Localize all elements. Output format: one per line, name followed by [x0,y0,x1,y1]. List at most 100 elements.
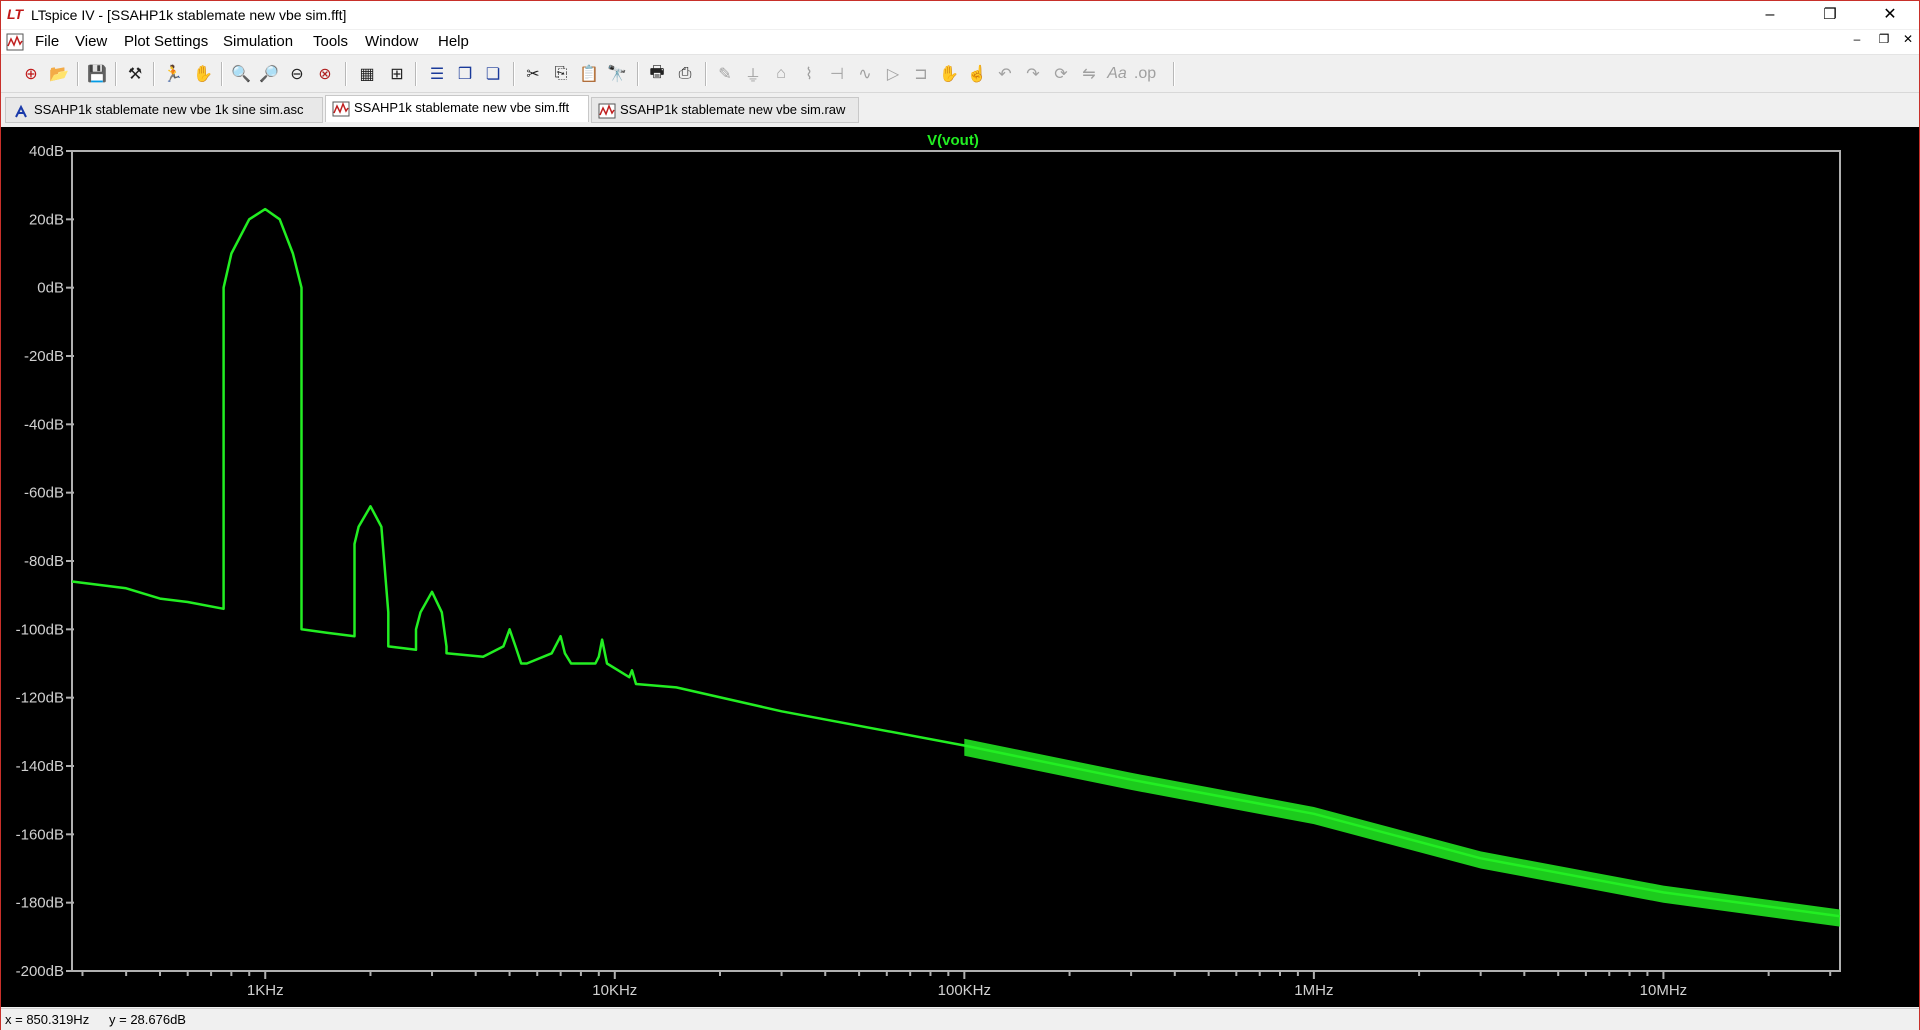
cascade-icon[interactable]: ❒ [453,62,477,86]
menu-view[interactable]: View [75,33,107,50]
y-tick-label: -200dB [16,963,64,980]
menu-plot-settings[interactable]: Plot Settings [124,33,208,50]
diode-icon[interactable]: ▷ [881,62,905,86]
spice-directive-icon[interactable]: .op [1133,62,1157,86]
toolbar-separator [637,62,639,86]
window-title: LTspice IV - [SSAHP1k stablemate new vbe… [31,7,347,23]
move-icon[interactable]: ✋ [937,62,961,86]
run-icon[interactable]: 🏃 [161,62,185,86]
undo-icon[interactable]: ↶ [993,62,1017,86]
waveform-icon [598,103,616,119]
zoom-out-icon[interactable]: 🔎 [257,62,281,86]
toolbar-separator [115,62,117,86]
trace-vout-noise-band [964,738,1840,927]
capacitor-icon[interactable]: ⊣ [825,62,849,86]
menu-help[interactable]: Help [438,33,469,50]
save-icon[interactable]: 💾 [85,62,109,86]
tile-vertical-icon[interactable]: ❏ [481,62,505,86]
y-tick-label: 20dB [29,211,64,228]
y-tick-label: -40dB [24,416,64,433]
fft-chart[interactable]: V(vout) 40dB 20dB 0dB -20dB -40dB -60dB -80dB -… [1,127,1919,1007]
menu-tools[interactable]: Tools [313,33,348,50]
x-tick-label: 1MHz [1294,982,1333,999]
copy-icon[interactable]: ⎘ [549,62,573,86]
plot-frame [71,150,1841,972]
trace-layer [71,207,1841,927]
cut-icon[interactable]: ✂ [521,62,545,86]
y-tick-label: -180dB [16,895,64,912]
open-icon[interactable]: 📂 [47,62,71,86]
y-axis: 40dB 20dB 0dB -20dB -40dB -60dB -80dB -100dB -12… [16,143,74,980]
new-schematic-icon[interactable]: ⊕ [19,62,43,86]
toolbar-separator [415,62,417,86]
redo-icon[interactable]: ↷ [1021,62,1045,86]
y-tick-label: -140dB [16,758,64,775]
zoom-back-icon[interactable]: ⊖ [285,62,309,86]
zoom-in-icon[interactable]: 🔍 [229,62,253,86]
app-window: LT LTspice IV - [SSAHP1k stablemate new … [0,0,1920,1030]
menu-file[interactable]: File [35,33,59,50]
x-tick-label: 100KHz [938,982,991,999]
inductor-icon[interactable]: ∿ [853,62,877,86]
mirror-icon[interactable]: ⇋ [1077,62,1101,86]
trace-vout [71,207,1841,918]
waveform-icon [332,101,350,117]
menu-bar: File View Plot Settings Simulation Tools… [1,30,1919,55]
menu-simulation[interactable]: Simulation [223,33,293,50]
print-preview-icon[interactable]: 🖶 [645,62,669,86]
waveform-doc-icon [6,33,24,51]
mdi-restore-button[interactable]: ❐ [1873,32,1895,50]
text-icon[interactable]: Aa [1105,62,1129,86]
resistor-icon[interactable]: ⌇ [797,62,821,86]
tab-schematic[interactable]: SSAHP1k stablemate new vbe 1k sine sim.a… [5,97,323,123]
mark-unzoom-icon[interactable]: ⊞ [385,62,409,86]
x-tick-label: 10MHz [1640,982,1688,999]
tile-horizontal-icon[interactable]: ☰ [425,62,449,86]
tab-label: SSAHP1k stablemate new vbe sim.raw [620,102,846,117]
y-tick-label: -120dB [16,690,64,707]
component-icon[interactable]: ⊐ [909,62,933,86]
cursor-y-readout: y = 28.676dB [109,1012,186,1027]
mdi-close-button[interactable]: ✕ [1897,32,1919,50]
toolbar-separator [345,62,347,86]
draw-wire-icon[interactable]: ✎ [713,62,737,86]
zoom-cancel-icon[interactable]: ⊗ [313,62,337,86]
tab-label: SSAHP1k stablemate new vbe 1k sine sim.a… [34,102,304,117]
y-tick-label: -100dB [16,621,64,638]
toolbar-separator [77,62,79,86]
toolbar-separator [513,62,515,86]
tab-fft[interactable]: SSAHP1k stablemate new vbe sim.fft [325,95,589,122]
close-button[interactable]: ✕ [1867,1,1913,29]
find-icon[interactable]: 🔭 [605,62,629,86]
tab-raw[interactable]: SSAHP1k stablemate new vbe sim.raw [591,97,859,123]
rotate-icon[interactable]: ⟳ [1049,62,1073,86]
halt-icon[interactable]: ✋ [191,62,215,86]
autorange-icon[interactable]: ▦ [355,62,379,86]
y-tick-label: -20dB [24,348,64,365]
y-tick-label: 0dB [37,280,64,297]
y-tick-label: 40dB [29,143,64,160]
menu-window[interactable]: Window [365,33,418,50]
restore-button[interactable]: ❐ [1807,1,1853,29]
label-net-icon[interactable]: ⌂ [769,62,793,86]
status-bar: x = 850.319Hz y = 28.676dB [1,1008,1919,1030]
x-tick-label: 10KHz [592,982,637,999]
cursor-x-readout: x = 850.319Hz [5,1012,90,1027]
trace-name-label[interactable]: V(vout) [927,132,979,149]
paste-icon[interactable]: 📋 [577,62,601,86]
mdi-minimize-button[interactable]: – [1846,32,1868,50]
minimize-button[interactable]: – [1747,1,1793,29]
title-bar: LT LTspice IV - [SSAHP1k stablemate new … [1,1,1919,29]
toolbar-separator [221,62,223,86]
drag-icon[interactable]: ☝ [965,62,989,86]
ground-icon[interactable]: ⏚ [741,62,765,86]
schematic-icon [15,104,27,118]
waveform-plot-pane[interactable]: V(vout) 40dB 20dB 0dB -20dB -40dB -60dB -80dB -… [1,127,1919,1007]
document-tabs: SSAHP1k stablemate new vbe 1k sine sim.a… [1,95,1919,123]
x-axis: 1KHz 10KHz 100KHz 1MHz 10MHz [81,971,1832,999]
control-panel-icon[interactable]: ⚒ [123,62,147,86]
print-icon[interactable]: ⎙ [673,62,697,86]
ltspice-logo-icon: LT [7,6,24,22]
toolbar-separator [153,62,155,86]
y-tick-label: -60dB [24,485,64,502]
